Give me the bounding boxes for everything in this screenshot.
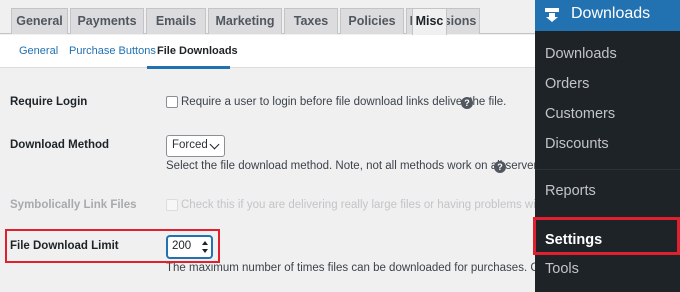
chevron-down-icon bbox=[209, 139, 220, 150]
tab-marketing[interactable]: Marketing bbox=[208, 8, 282, 34]
download-limit-description: The maximum number of times files can be… bbox=[166, 262, 535, 274]
settings-subtabs: General Purchase Buttons File Downloads bbox=[0, 35, 535, 69]
symbolic-link-checkbox[interactable] bbox=[166, 199, 178, 211]
sidebar-item-reports[interactable]: Reports bbox=[545, 183, 596, 199]
download-method-description: Select the file download method. Note, n… bbox=[166, 160, 535, 172]
download-method-select[interactable]: Forced bbox=[166, 135, 225, 157]
symbolic-link-description: Check this if you are delivering really … bbox=[181, 199, 535, 211]
sidebar-item-discounts[interactable]: Discounts bbox=[545, 136, 609, 152]
sidebar-item-orders[interactable]: Orders bbox=[545, 76, 589, 92]
sidebar-item-downloads[interactable]: Downloads bbox=[545, 46, 617, 62]
tab-taxes[interactable]: Taxes bbox=[284, 8, 338, 34]
download-limit-highlight-box bbox=[5, 229, 220, 263]
download-method-value: Forced bbox=[172, 139, 208, 151]
help-icon[interactable]: ? bbox=[494, 161, 506, 173]
settings-highlight-box bbox=[533, 217, 680, 255]
sidebar-header[interactable]: Downloads bbox=[535, 0, 680, 31]
tab-emails[interactable]: Emails bbox=[146, 8, 206, 34]
tab-general[interactable]: General bbox=[11, 8, 68, 34]
settings-tabs: General Payments Emails Marketing Taxes … bbox=[0, 0, 535, 35]
subtab-general[interactable]: General bbox=[19, 45, 58, 57]
require-login-checkbox[interactable] bbox=[166, 96, 178, 108]
symbolic-link-label: Symbolically Link Files bbox=[10, 199, 137, 211]
require-login-description: Require a user to login before file down… bbox=[181, 96, 507, 108]
require-login-label: Require Login bbox=[10, 96, 88, 108]
tab-payments[interactable]: Payments bbox=[70, 8, 144, 34]
tab-policies[interactable]: Policies bbox=[340, 8, 404, 34]
download-icon bbox=[545, 8, 559, 22]
download-method-label: Download Method bbox=[10, 139, 110, 151]
help-icon[interactable]: ? bbox=[461, 97, 473, 109]
active-subtab-indicator bbox=[147, 66, 230, 69]
subtab-purchase-buttons[interactable]: Purchase Buttons bbox=[69, 45, 156, 57]
sidebar-item-tools[interactable]: Tools bbox=[545, 261, 579, 277]
tab-misc[interactable]: Misc bbox=[412, 8, 447, 35]
sidebar-item-customers[interactable]: Customers bbox=[545, 106, 615, 122]
sidebar-header-label: Downloads bbox=[571, 5, 651, 22]
subtab-file-downloads[interactable]: File Downloads bbox=[157, 45, 238, 57]
sidebar-divider bbox=[535, 169, 680, 170]
